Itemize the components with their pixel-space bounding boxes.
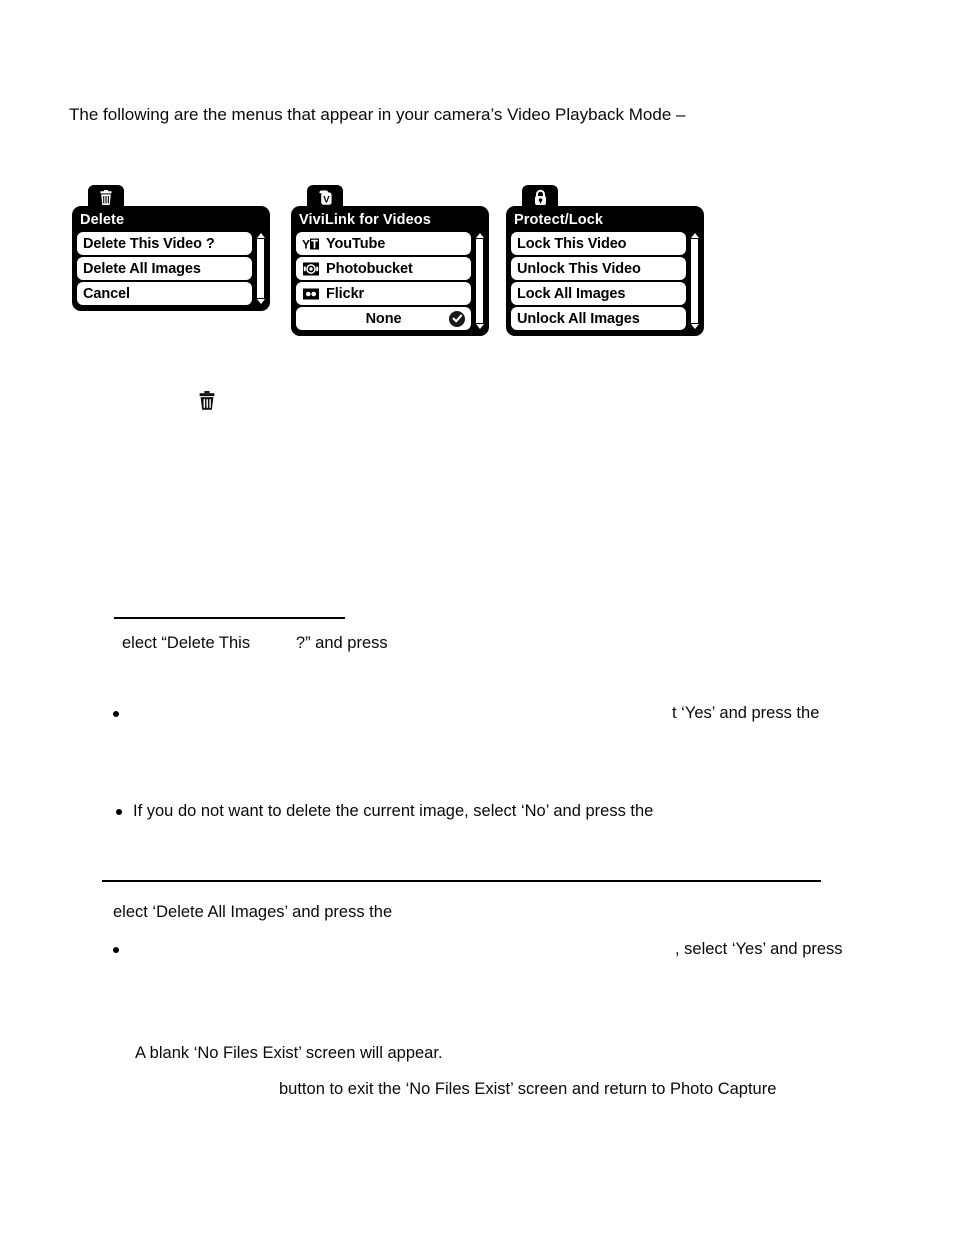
selected-check-icon [449,310,465,327]
scroll-up-arrow-icon[interactable] [690,233,699,238]
youtube-icon: Y [302,236,319,251]
menu-item-unlock-all-images[interactable]: Unlock All Images [511,307,686,330]
protect-lock-menu-scrollbar[interactable] [690,232,699,330]
delete-menu-rows-wrap: Delete This Video ? Delete All Images Ca… [77,232,265,305]
section-divider-2 [102,880,821,882]
protect-lock-menu-title: Protect/Lock [514,212,604,228]
delete-menu-rows: Delete This Video ? Delete All Images Ca… [77,232,252,305]
menu-item-lock-all-images[interactable]: Lock All Images [511,282,686,305]
vivilink-menu-scrollbar[interactable] [475,232,484,330]
document-page: The following are the menus that appear … [0,0,954,1235]
trash-icon [100,189,112,205]
padlock-icon [534,189,546,205]
menu-item-label: Photobucket [326,260,413,277]
vivilink-menu-body: ViviLink for Videos Y YouTube Photobucke… [291,206,489,336]
scroll-track[interactable] [257,239,264,298]
bullet-marker [113,711,119,717]
vivilink-menu-title: ViviLink for Videos [299,212,431,228]
photobucket-icon [302,261,319,276]
menu-item-label: Lock All Images [517,285,626,302]
scroll-up-arrow-icon[interactable] [475,233,484,238]
menu-item-label: None [365,310,402,327]
menu-item-label: Cancel [83,285,130,302]
bullet-marker [113,947,119,953]
protect-lock-menu-body: Protect/Lock Lock This Video Unlock This… [506,206,704,336]
scroll-track[interactable] [691,239,698,323]
menu-item-label: Unlock All Images [517,310,640,327]
menu-item-youtube[interactable]: Y YouTube [296,232,471,255]
line-delete-this-video: elect “Delete This ?” and press [122,634,388,652]
scroll-down-arrow-icon[interactable] [256,299,265,304]
menu-item-cancel[interactable]: Cancel [77,282,252,305]
menu-item-delete-this-video[interactable]: Delete This Video ? [77,232,252,255]
intro-paragraph: The following are the menus that appear … [69,105,686,124]
menu-item-label: Unlock This Video [517,260,641,277]
line-select-no: If you do not want to delete the current… [133,802,654,820]
menu-item-label: Flickr [326,285,365,302]
svg-text:V: V [323,194,330,205]
scroll-up-arrow-icon[interactable] [256,233,265,238]
delete-menu-scrollbar[interactable] [256,232,265,305]
line-select-yes-fragment: t ‘Yes’ and press the [672,704,820,722]
delete-menu-body: Delete Delete This Video ? Delete All Im… [72,206,270,311]
vivilink-menu-rows: Y YouTube Photobucket Flickr None [296,232,471,330]
delete-menu-title: Delete [80,212,125,228]
scroll-down-arrow-icon[interactable] [690,324,699,329]
line-exit-button: button to exit the ‘No Files Exist’ scre… [279,1080,777,1098]
menu-item-none[interactable]: None [296,307,471,330]
menu-item-lock-this-video[interactable]: Lock This Video [511,232,686,255]
menu-item-unlock-this-video[interactable]: Unlock This Video [511,257,686,280]
menu-item-label: Delete All Images [83,260,201,277]
section-divider-1 [114,617,345,619]
protect-lock-menu-rows: Lock This Video Unlock This Video Lock A… [511,232,686,330]
vivilink-icon: V [319,190,332,205]
scroll-track[interactable] [476,239,483,323]
menu-item-label: YouTube [326,235,386,252]
vivilink-menu-rows-wrap: Y YouTube Photobucket Flickr None [296,232,484,330]
scroll-down-arrow-icon[interactable] [475,324,484,329]
menu-item-photobucket[interactable]: Photobucket [296,257,471,280]
trash-icon [197,390,217,412]
svg-text:Y: Y [302,237,310,251]
scroll-thumb[interactable] [258,240,263,297]
flickr-icon [302,286,319,301]
bullet-marker [116,809,122,815]
line-confirm-select-yes: , select ‘Yes’ and press [675,940,843,958]
scroll-thumb[interactable] [692,240,697,322]
protect-lock-menu-rows-wrap: Lock This Video Unlock This Video Lock A… [511,232,699,330]
scroll-thumb[interactable] [477,240,482,322]
menu-item-label: Delete This Video ? [83,235,215,252]
menu-item-flickr[interactable]: Flickr [296,282,471,305]
line-no-files-exist: A blank ‘No Files Exist’ screen will app… [135,1044,443,1062]
line-delete-all-images: elect ‘Delete All Images’ and press the [113,903,393,921]
menu-item-delete-all-images[interactable]: Delete All Images [77,257,252,280]
menu-item-label: Lock This Video [517,235,627,252]
